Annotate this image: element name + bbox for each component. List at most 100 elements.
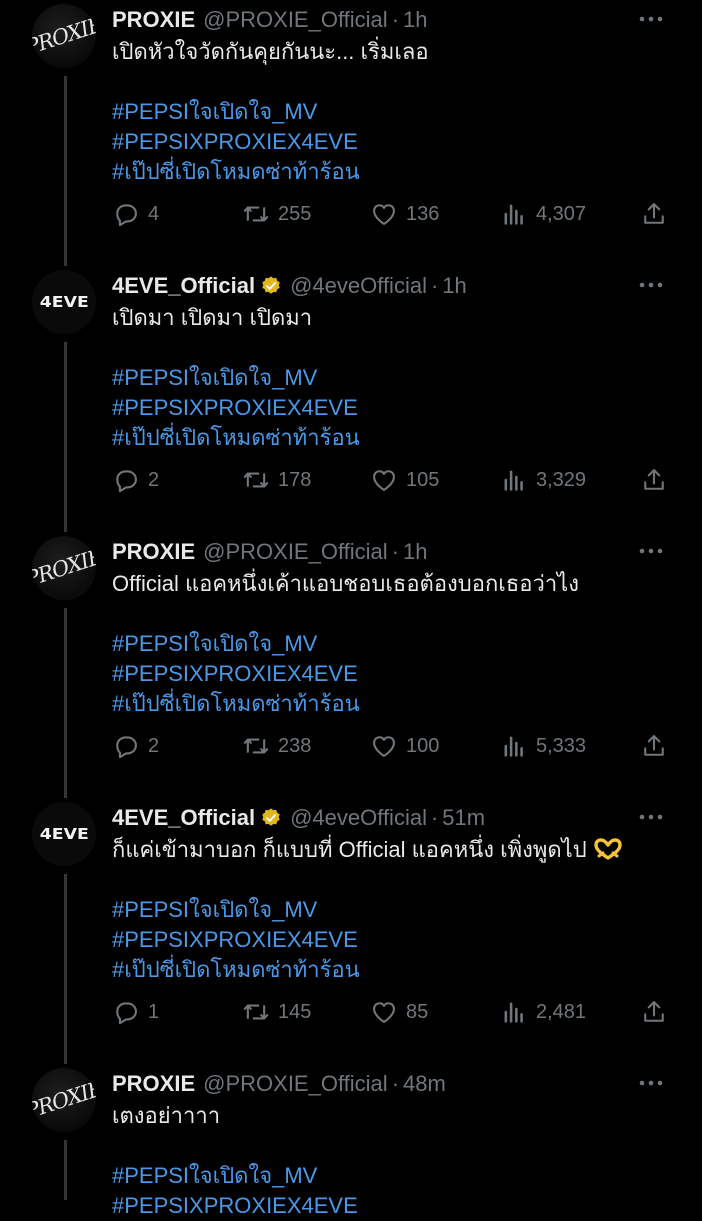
views-button[interactable]: 3,329 [500, 464, 586, 496]
like-button[interactable]: 136 [370, 198, 439, 230]
views-icon [504, 470, 523, 491]
like-count: 100 [406, 734, 440, 757]
timestamp[interactable]: 1h [403, 7, 427, 32]
hashtag-link[interactable]: #PEPSIใจเปิดใจ_MV [112, 363, 360, 393]
retweet-count: 145 [278, 1000, 312, 1023]
views-icon [504, 1002, 523, 1023]
hashtag-link[interactable]: #PEPSIXPROXIEX4EVE [112, 1191, 358, 1221]
like-button[interactable]: 85 [370, 996, 428, 1028]
tweet-header: PROXIE @PROXIE_Official · 48m [112, 1071, 446, 1097]
retweet-icon [243, 206, 269, 222]
tweet-text-content: ก็แค่เข้ามาบอก ก็แบบที่ Official แอคหนึ่… [112, 837, 587, 862]
heart-icon [373, 1002, 395, 1023]
author-name[interactable]: PROXIE [112, 539, 195, 565]
tweet-text: เตงอย่าาาา [112, 1103, 221, 1128]
retweet-button[interactable]: 238 [242, 730, 311, 762]
retweet-count: 255 [278, 202, 312, 225]
hashtag-link[interactable]: #เป๊ปซี่เปิดโหมดซ่าท้าร้อน [112, 157, 360, 187]
retweet-button[interactable]: 178 [242, 464, 311, 496]
retweet-button[interactable]: 145 [242, 996, 311, 1028]
more-icon[interactable] [638, 274, 664, 296]
avatar[interactable]: PROXIE [32, 1068, 96, 1132]
timestamp[interactable]: 1h [403, 539, 427, 564]
share-button[interactable] [640, 996, 668, 1028]
like-button[interactable]: 100 [370, 730, 439, 762]
author-handle[interactable]: @PROXIE_Official [203, 539, 388, 564]
reply-button[interactable]: 4 [112, 198, 159, 230]
hashtag-link[interactable]: #เป๊ปซี่เปิดโหมดซ่าท้าร้อน [112, 955, 360, 985]
like-count: 136 [406, 202, 440, 225]
author-handle[interactable]: @PROXIE_Official [203, 7, 388, 32]
action-bar: 2 178 105 3,329 [112, 464, 672, 496]
hashtag-link[interactable]: #PEPSIใจเปิดใจ_MV [112, 97, 360, 127]
author-handle[interactable]: @PROXIE_Official [203, 1071, 388, 1096]
views-button[interactable]: 4,307 [500, 198, 586, 230]
avatar[interactable]: 4EVE [32, 802, 96, 866]
heart-icon [373, 204, 395, 225]
retweet-icon [243, 1004, 269, 1020]
reply-button[interactable]: 1 [112, 996, 159, 1028]
retweet-button[interactable]: 255 [242, 198, 311, 230]
reply-count: 1 [148, 1000, 160, 1023]
hashtag-link[interactable]: #PEPSIใจเปิดใจ_MV [112, 895, 360, 925]
hashtag-list: #PEPSIใจเปิดใจ_MV #PEPSIXPROXIEX4EVE [112, 1161, 358, 1221]
timestamp[interactable]: 1h [442, 273, 466, 298]
thread-line [64, 874, 67, 1064]
hashtag-link[interactable]: #PEPSIXPROXIEX4EVE [112, 659, 360, 689]
tweet[interactable]: 4EVE 4EVE_Official @4eveOfficial · 51m ก็แ… [0, 798, 702, 1064]
timestamp[interactable]: 51m [442, 805, 485, 830]
tweet[interactable]: PROXIE PROXIE @PROXIE_Official · 1h เปิดหั… [0, 0, 702, 266]
author-name[interactable]: 4EVE_Official [112, 273, 255, 299]
author-handle[interactable]: @4eveOfficial [290, 273, 427, 298]
reply-button[interactable]: 2 [112, 730, 159, 762]
action-bar: 2 238 100 5,333 [112, 730, 672, 762]
tweet-text: เปิดหัวใจวัดกันคุยกันนะ... เริ่มเลอ [112, 39, 429, 64]
author-name[interactable]: PROXIE [112, 1071, 195, 1097]
share-button[interactable] [640, 730, 668, 762]
reply-button[interactable]: 2 [112, 464, 159, 496]
author-name[interactable]: PROXIE [112, 7, 195, 33]
retweet-icon [243, 738, 269, 754]
more-icon[interactable] [638, 8, 664, 30]
share-icon [644, 469, 664, 490]
tweet[interactable]: PROXIE PROXIE @PROXIE_Official · 48m เตงอย… [0, 1064, 702, 1218]
retweet-count: 238 [278, 734, 312, 757]
share-button[interactable] [640, 464, 668, 496]
views-count: 4,307 [536, 202, 587, 225]
author-name[interactable]: 4EVE_Official [112, 805, 255, 831]
hashtag-link[interactable]: #เป๊ปซี่เปิดโหมดซ่าท้าร้อน [112, 423, 360, 453]
tweet[interactable]: 4EVE 4EVE_Official @4eveOfficial · 1h เปิด… [0, 266, 702, 532]
author-handle[interactable]: @4eveOfficial [290, 805, 427, 830]
like-button[interactable]: 105 [370, 464, 439, 496]
tweet-text: ก็แค่เข้ามาบอก ก็แบบที่ Official แอคหนึ่… [112, 835, 623, 865]
tweet-text: เปิดมา เปิดมา เปิดมา [112, 305, 313, 330]
avatar-logo: PROXIE [32, 12, 96, 60]
views-icon [504, 204, 523, 225]
hashtag-list: #PEPSIใจเปิดใจ_MV #PEPSIXPROXIEX4EVE #เป… [112, 895, 360, 985]
views-button[interactable]: 5,333 [500, 730, 586, 762]
hashtag-list: #PEPSIใจเปิดใจ_MV #PEPSIXPROXIEX4EVE #เป… [112, 629, 360, 719]
tweet-header: 4EVE_Official @4eveOfficial · 51m [112, 805, 486, 831]
more-icon[interactable] [638, 806, 664, 828]
hashtag-link[interactable]: #PEPSIXPROXIEX4EVE [112, 393, 360, 423]
retweet-icon [243, 472, 269, 488]
more-icon[interactable] [638, 1072, 664, 1094]
tweet-header: PROXIE @PROXIE_Official · 1h [112, 539, 428, 565]
hashtag-link[interactable]: #PEPSIใจเปิดใจ_MV [112, 629, 360, 659]
hashtag-link[interactable]: #PEPSIXPROXIEX4EVE [112, 925, 360, 955]
tweet[interactable]: PROXIE PROXIE @PROXIE_Official · 1h Offici… [0, 532, 702, 798]
more-icon[interactable] [638, 540, 664, 562]
heart-icon [373, 470, 395, 491]
avatar[interactable]: 4EVE [32, 270, 96, 334]
hashtag-link[interactable]: #เป๊ปซี่เปิดโหมดซ่าท้าร้อน [112, 689, 360, 719]
timestamp[interactable]: 48m [403, 1071, 446, 1096]
reply-icon [116, 736, 137, 759]
views-button[interactable]: 2,481 [500, 996, 586, 1028]
avatar[interactable]: PROXIE [32, 536, 96, 600]
hashtag-link[interactable]: #PEPSIใจเปิดใจ_MV [112, 1161, 358, 1191]
avatar[interactable]: PROXIE [32, 4, 96, 68]
views-count: 5,333 [536, 734, 587, 757]
share-button[interactable] [640, 198, 668, 230]
reply-count: 4 [148, 202, 160, 225]
hashtag-link[interactable]: #PEPSIXPROXIEX4EVE [112, 127, 360, 157]
